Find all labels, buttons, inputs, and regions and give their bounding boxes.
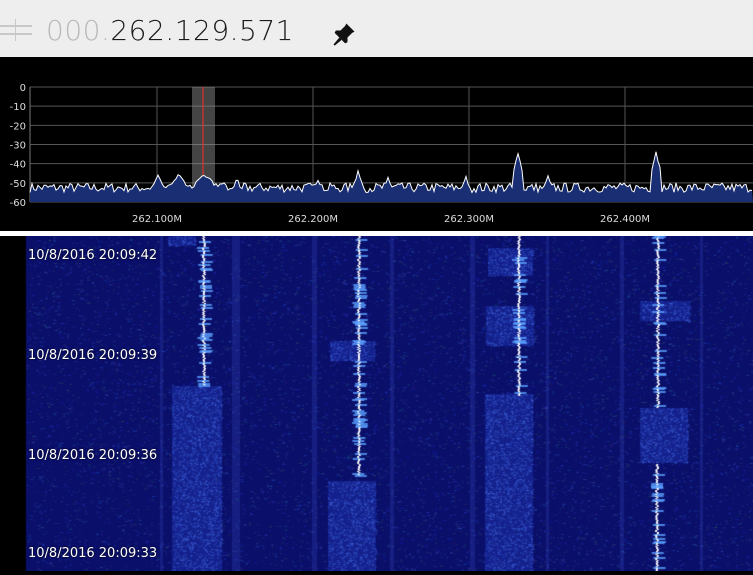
spectrum-fill: [30, 151, 753, 202]
waterfall-timestamp: 10/8/2016 20:09:42: [28, 248, 158, 263]
waterfall-plot[interactable]: 10/8/2016 20:09:42 10/8/2016 20:09:39 10…: [0, 236, 753, 571]
spectrum-svg: 0 -10 -20 -30 -40 -50 -60 262.100M 262.200M 262.3…: [10, 83, 753, 225]
y-tick-label: -60: [10, 198, 26, 209]
x-tick-label: 262.100M: [132, 214, 182, 225]
x-tick-label: 262.400M: [600, 214, 650, 225]
y-tick-label: 0: [20, 83, 26, 94]
spectrum-plot[interactable]: 0 -10 -20 -30 -40 -50 -60 262.100M 262.200M 262.3…: [0, 57, 753, 231]
frequency-prefix: 000.: [46, 14, 111, 47]
y-tick-label: -40: [10, 160, 26, 171]
x-tick-label: 262.200M: [288, 214, 338, 225]
y-tick-label: -10: [10, 102, 26, 113]
y-tick-label: -20: [10, 121, 26, 132]
waterfall-timestamp: 10/8/2016 20:09:39: [28, 348, 158, 363]
waterfall-canvas: [0, 236, 753, 571]
pin-icon[interactable]: [330, 20, 358, 48]
waterfall-timestamp: 10/8/2016 20:09:36: [28, 448, 158, 463]
waterfall-timestamp: 10/8/2016 20:09:33: [28, 546, 158, 561]
frequency-toolbar: 000.262.129.571: [0, 0, 753, 57]
menu-handle-icon[interactable]: [0, 19, 34, 44]
y-tick-label: -50: [10, 179, 26, 190]
x-tick-label: 262.300M: [444, 214, 494, 225]
y-tick-label: -30: [10, 141, 26, 152]
frequency-display[interactable]: 000.262.129.571: [46, 12, 294, 50]
frequency-value: 262.129.571: [110, 14, 294, 47]
